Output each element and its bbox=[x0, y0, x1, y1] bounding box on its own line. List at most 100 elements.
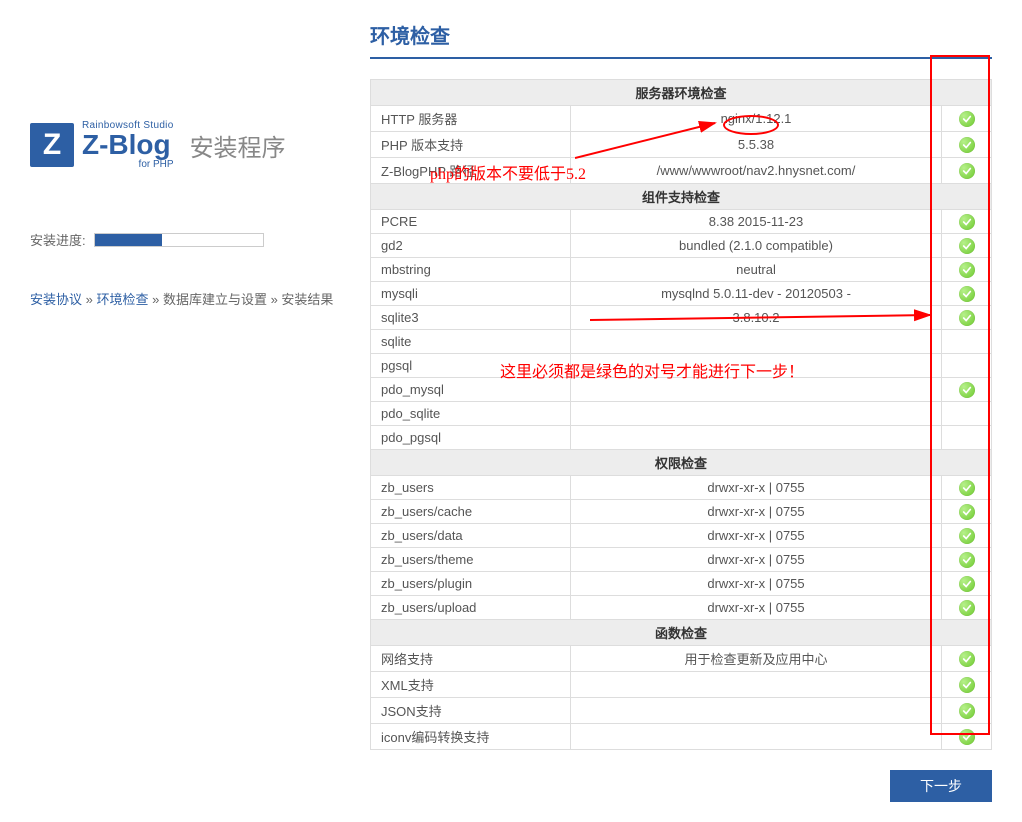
check-item-value bbox=[571, 402, 942, 426]
install-progress: 安装进度: bbox=[30, 230, 350, 249]
table-row: sqlite bbox=[371, 330, 992, 354]
breadcrumb-step-envcheck[interactable]: 环境检查 bbox=[96, 292, 148, 307]
logo-title: Z-Blog bbox=[82, 131, 174, 159]
check-item-label: JSON支持 bbox=[371, 698, 571, 724]
check-item-value: drwxr-xr-x | 0755 bbox=[571, 596, 942, 620]
table-row: zb_usersdrwxr-xr-x | 0755 bbox=[371, 476, 992, 500]
check-ok-icon bbox=[959, 552, 975, 568]
check-item-value: bundled (2.1.0 compatible) bbox=[571, 234, 942, 258]
main-content: 环境检查 服务器环境检查HTTP 服务器nginx/1.12.1PHP 版本支持… bbox=[370, 20, 992, 802]
install-program-label: 安装程序 bbox=[190, 128, 286, 163]
logo-z-icon: Z bbox=[30, 123, 74, 167]
table-row: pdo_mysql bbox=[371, 378, 992, 402]
check-item-label: PHP 版本支持 bbox=[371, 132, 571, 158]
check-ok-icon bbox=[959, 504, 975, 520]
check-item-status bbox=[942, 646, 992, 672]
breadcrumb: 安装协议 » 环境检查 » 数据库建立与设置 » 安装结果 bbox=[30, 289, 350, 308]
check-item-value: neutral bbox=[571, 258, 942, 282]
check-item-label: Z-BlogPHP 路径 bbox=[371, 158, 571, 184]
check-item-label: mysqli bbox=[371, 282, 571, 306]
check-ok-icon bbox=[959, 262, 975, 278]
progress-fill bbox=[95, 234, 162, 246]
table-row: PCRE8.38 2015-11-23 bbox=[371, 210, 992, 234]
check-item-status bbox=[942, 524, 992, 548]
table-row: XML支持 bbox=[371, 672, 992, 698]
table-row: zb_users/cachedrwxr-xr-x | 0755 bbox=[371, 500, 992, 524]
check-ok-icon bbox=[959, 111, 975, 127]
table-row: mysqlimysqlnd 5.0.11-dev - 20120503 - bbox=[371, 282, 992, 306]
check-item-label: iconv编码转换支持 bbox=[371, 724, 571, 750]
check-item-value: nginx/1.12.1 bbox=[571, 106, 942, 132]
check-item-status bbox=[942, 282, 992, 306]
check-item-value: drwxr-xr-x | 0755 bbox=[571, 476, 942, 500]
check-ok-icon bbox=[959, 703, 975, 719]
check-item-value: mysqlnd 5.0.11-dev - 20120503 - bbox=[571, 282, 942, 306]
check-item-label: zb_users/upload bbox=[371, 596, 571, 620]
check-item-label: sqlite bbox=[371, 330, 571, 354]
check-ok-icon bbox=[959, 480, 975, 496]
check-item-value: drwxr-xr-x | 0755 bbox=[571, 500, 942, 524]
check-item-label: zb_users/data bbox=[371, 524, 571, 548]
check-item-status bbox=[942, 106, 992, 132]
check-item-value bbox=[571, 724, 942, 750]
check-item-status bbox=[942, 672, 992, 698]
check-item-label: zb_users bbox=[371, 476, 571, 500]
section-header: 服务器环境检查 bbox=[371, 80, 992, 106]
check-ok-icon bbox=[959, 137, 975, 153]
check-item-value bbox=[571, 378, 942, 402]
table-row: iconv编码转换支持 bbox=[371, 724, 992, 750]
check-item-status bbox=[942, 210, 992, 234]
page-title: 环境检查 bbox=[370, 20, 992, 59]
breadcrumb-rest: 数据库建立与设置 » 安装结果 bbox=[163, 292, 333, 307]
section-header: 权限检查 bbox=[371, 450, 992, 476]
check-item-status bbox=[942, 548, 992, 572]
check-item-status bbox=[942, 596, 992, 620]
check-item-label: HTTP 服务器 bbox=[371, 106, 571, 132]
check-item-status bbox=[942, 158, 992, 184]
table-row: HTTP 服务器nginx/1.12.1 bbox=[371, 106, 992, 132]
logo-forphp: for PHP bbox=[82, 159, 174, 170]
sidebar: Z Rainbowsoft Studio Z-Blog for PHP 安装程序… bbox=[30, 20, 370, 802]
check-item-status bbox=[942, 234, 992, 258]
check-item-label: pdo_pgsql bbox=[371, 426, 571, 450]
check-ok-icon bbox=[959, 677, 975, 693]
check-item-value: /www/wwwroot/nav2.hnysnet.com/ bbox=[571, 158, 942, 184]
check-item-value: drwxr-xr-x | 0755 bbox=[571, 524, 942, 548]
check-ok-icon bbox=[959, 382, 975, 398]
table-row: zb_users/plugindrwxr-xr-x | 0755 bbox=[371, 572, 992, 596]
breadcrumb-step-agreement[interactable]: 安装协议 bbox=[30, 292, 82, 307]
check-item-value bbox=[571, 354, 942, 378]
check-item-status bbox=[942, 500, 992, 524]
table-row: Z-BlogPHP 路径/www/wwwroot/nav2.hnysnet.co… bbox=[371, 158, 992, 184]
check-item-value: 用于检查更新及应用中心 bbox=[571, 646, 942, 672]
check-item-value: 8.38 2015-11-23 bbox=[571, 210, 942, 234]
check-item-label: PCRE bbox=[371, 210, 571, 234]
check-item-label: zb_users/cache bbox=[371, 500, 571, 524]
check-item-status bbox=[942, 402, 992, 426]
section-header: 函数检查 bbox=[371, 620, 992, 646]
table-row: zb_users/uploaddrwxr-xr-x | 0755 bbox=[371, 596, 992, 620]
check-item-status bbox=[942, 306, 992, 330]
check-item-value: 3.8.10.2 bbox=[571, 306, 942, 330]
check-item-status bbox=[942, 132, 992, 158]
table-row: mbstringneutral bbox=[371, 258, 992, 282]
check-item-status bbox=[942, 426, 992, 450]
logo: Z Rainbowsoft Studio Z-Blog for PHP 安装程序 bbox=[30, 120, 350, 170]
progress-bar bbox=[94, 233, 264, 247]
check-item-label: sqlite3 bbox=[371, 306, 571, 330]
check-item-label: XML支持 bbox=[371, 672, 571, 698]
table-row: pgsql bbox=[371, 354, 992, 378]
check-ok-icon bbox=[959, 163, 975, 179]
check-item-status bbox=[942, 698, 992, 724]
next-step-button[interactable]: 下一步 bbox=[890, 770, 992, 802]
check-item-value: 5.5.38 bbox=[571, 132, 942, 158]
check-item-label: pgsql bbox=[371, 354, 571, 378]
check-item-label: gd2 bbox=[371, 234, 571, 258]
table-row: gd2bundled (2.1.0 compatible) bbox=[371, 234, 992, 258]
table-row: zb_users/datadrwxr-xr-x | 0755 bbox=[371, 524, 992, 548]
check-ok-icon bbox=[959, 238, 975, 254]
check-ok-icon bbox=[959, 729, 975, 745]
environment-check-table: 服务器环境检查HTTP 服务器nginx/1.12.1PHP 版本支持5.5.3… bbox=[370, 79, 992, 750]
check-ok-icon bbox=[959, 310, 975, 326]
check-item-label: pdo_mysql bbox=[371, 378, 571, 402]
